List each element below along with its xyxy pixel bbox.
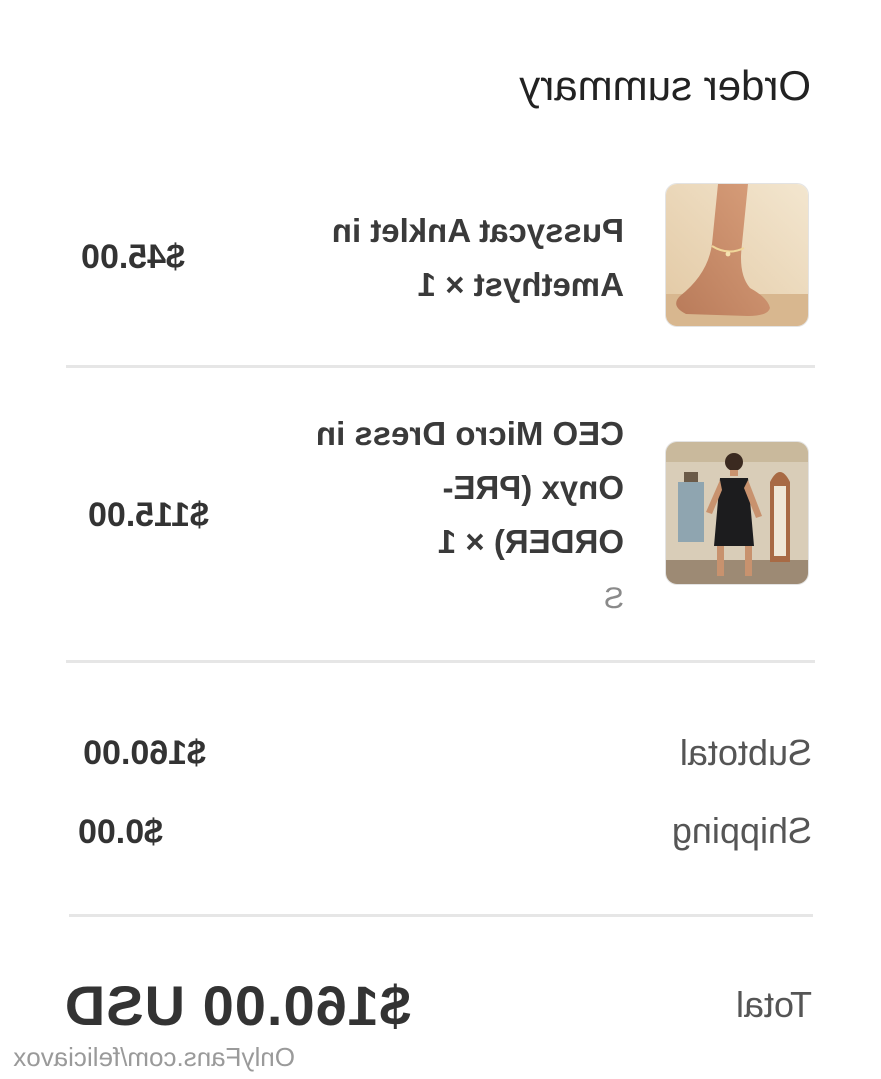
item-price-dress: $115.00 [87, 496, 209, 534]
subtotal-label: Subtotal [679, 732, 812, 773]
item-name-anklet: Pussycat Anklet in Amethyst × 1 [254, 204, 624, 312]
item-name-line: Onyx (PRE- [442, 469, 624, 506]
item-thumbnail-dress[interactable] [665, 441, 809, 585]
order-summary-title: Order summary [519, 62, 811, 109]
item-thumbnail-anklet[interactable] [665, 183, 809, 327]
item-name-line: Pussycat Anklet in [331, 212, 624, 249]
anklet-product-image [666, 184, 808, 326]
item-name-line: Amethyst × 1 [417, 266, 624, 303]
shipping-label: Shipping [671, 810, 812, 851]
item-variant-dress: S [603, 582, 624, 615]
watermark-text: OnlyFans.com/feliciavox [13, 1042, 295, 1072]
item-name-line: CEO Micro Dress in [315, 415, 624, 452]
item-price-anklet: $45.00 [81, 238, 185, 276]
divider [66, 365, 815, 368]
divider [69, 914, 813, 917]
item-name-dress: CEO Micro Dress in Onyx (PRE- ORDER) × 1 [254, 407, 624, 569]
total-value: $160.00 USD [63, 974, 411, 1037]
order-summary-panel: Order summary Pussycat Anklet in Amethys [0, 0, 881, 1079]
subtotal-value: $160.00 [83, 734, 206, 772]
item-name-line: ORDER) × 1 [437, 523, 624, 560]
divider [66, 660, 815, 663]
dress-product-image [666, 442, 808, 584]
shipping-value: $0.00 [77, 813, 163, 851]
total-label: Total [735, 984, 812, 1025]
